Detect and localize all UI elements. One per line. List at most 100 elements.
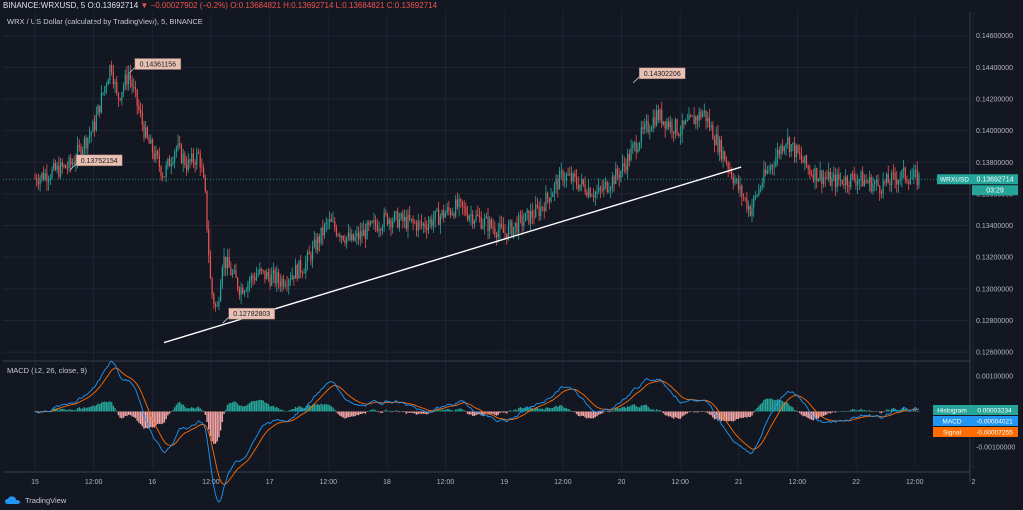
candle-body [625, 165, 627, 171]
histogram-bar [691, 411, 694, 412]
histogram-bar [197, 406, 200, 412]
macd-tick-label: -0.00100000 [976, 444, 1015, 451]
histogram-bar [216, 411, 218, 442]
candle-body [356, 232, 358, 237]
histogram-bar [271, 406, 273, 412]
candle-body [628, 153, 630, 161]
candle-body [916, 169, 918, 186]
histogram-bar [156, 411, 159, 424]
candle-body [347, 232, 349, 238]
candle-body [272, 270, 275, 275]
candle-body [334, 221, 336, 229]
histogram-bar [468, 411, 470, 415]
histogram-bar [264, 402, 266, 412]
candle-body [187, 159, 189, 170]
candle-body [473, 220, 476, 224]
candle-body [758, 189, 760, 196]
candle-body [421, 221, 423, 226]
histogram-bar [729, 411, 731, 421]
candle-body [577, 184, 579, 190]
histogram-bar [865, 410, 867, 412]
histogram-bar [707, 411, 709, 413]
candle-body [245, 290, 247, 292]
histogram-bar [265, 402, 268, 412]
candle-body [599, 187, 602, 189]
histogram-bar [395, 410, 397, 412]
histogram-bar [70, 409, 72, 412]
histogram-bar [294, 406, 297, 412]
histogram-bar [574, 411, 576, 413]
candle-body [659, 109, 661, 121]
candle-body [438, 209, 440, 226]
histogram-bar [160, 411, 162, 425]
candle-body [889, 183, 891, 186]
histogram-bar [97, 403, 99, 412]
histogram-bar [202, 411, 205, 412]
candle-body [696, 116, 699, 121]
candle-body [107, 80, 109, 85]
candle-body [662, 121, 665, 125]
histogram-bar [747, 411, 750, 417]
candle-body [482, 225, 484, 229]
histogram-bar [81, 408, 84, 412]
histogram-bar [289, 409, 292, 412]
histogram-bar [443, 409, 445, 412]
candle-body [558, 171, 561, 190]
candle-body [133, 86, 135, 88]
candle-body [426, 227, 428, 231]
time-tick-label: 19 [500, 479, 508, 486]
price-tick-label: 0.14200000 [976, 97, 1013, 104]
candle-body [776, 149, 779, 158]
price-tick-label: 0.14400000 [976, 65, 1013, 72]
histogram-bar [75, 410, 77, 412]
candle-body [281, 278, 283, 287]
histogram-bar [293, 408, 295, 412]
histogram-bar [58, 409, 60, 412]
histogram-bar [95, 405, 98, 412]
candle-body [865, 180, 867, 182]
candle-body [124, 74, 126, 87]
candle-body [51, 168, 53, 178]
candle-body [323, 224, 326, 236]
candle-body [610, 187, 612, 191]
time-tick-label: 12:00 [554, 479, 572, 486]
histogram-bar [155, 411, 157, 426]
candle-body [351, 234, 353, 241]
candle-body [860, 172, 862, 180]
candle-body [613, 176, 615, 185]
histogram-bar [405, 411, 407, 414]
histogram-bar [456, 409, 459, 412]
macd-value: -0.00004021 [976, 419, 1013, 426]
histogram-bar [187, 408, 189, 412]
candle-body [717, 134, 719, 153]
candle-body [364, 229, 367, 240]
candle-body [880, 193, 883, 194]
histogram-bar [763, 399, 765, 412]
histogram-bar [272, 405, 275, 412]
tradingview-branding[interactable]: TradingView [4, 495, 66, 505]
candle-body [214, 303, 217, 307]
candle-body [162, 175, 164, 177]
candle-body [650, 128, 653, 131]
candle-body [179, 143, 181, 146]
candle-body [63, 165, 65, 167]
histogram-bar [231, 402, 234, 412]
candle-body [335, 228, 338, 236]
histogram-bar [856, 410, 859, 412]
histogram-bar [414, 411, 416, 414]
candle-body [775, 157, 777, 167]
histogram-bar [66, 410, 69, 412]
candle-body [824, 177, 826, 179]
candle-body [332, 221, 334, 223]
histogram-bar [373, 409, 375, 412]
histogram-bar [451, 410, 453, 412]
histogram-bar [139, 411, 142, 425]
histogram-bar [400, 411, 402, 412]
candle-body [83, 138, 85, 151]
candle-body [201, 167, 203, 169]
histogram-bar [592, 411, 595, 419]
candle-body [255, 275, 258, 281]
price-chart-svg[interactable]: 0.14361156 0.13752154 0.12782803 0.14302206… [0, 0, 1023, 510]
histogram-bar [369, 409, 372, 412]
histogram-bar [654, 410, 656, 412]
